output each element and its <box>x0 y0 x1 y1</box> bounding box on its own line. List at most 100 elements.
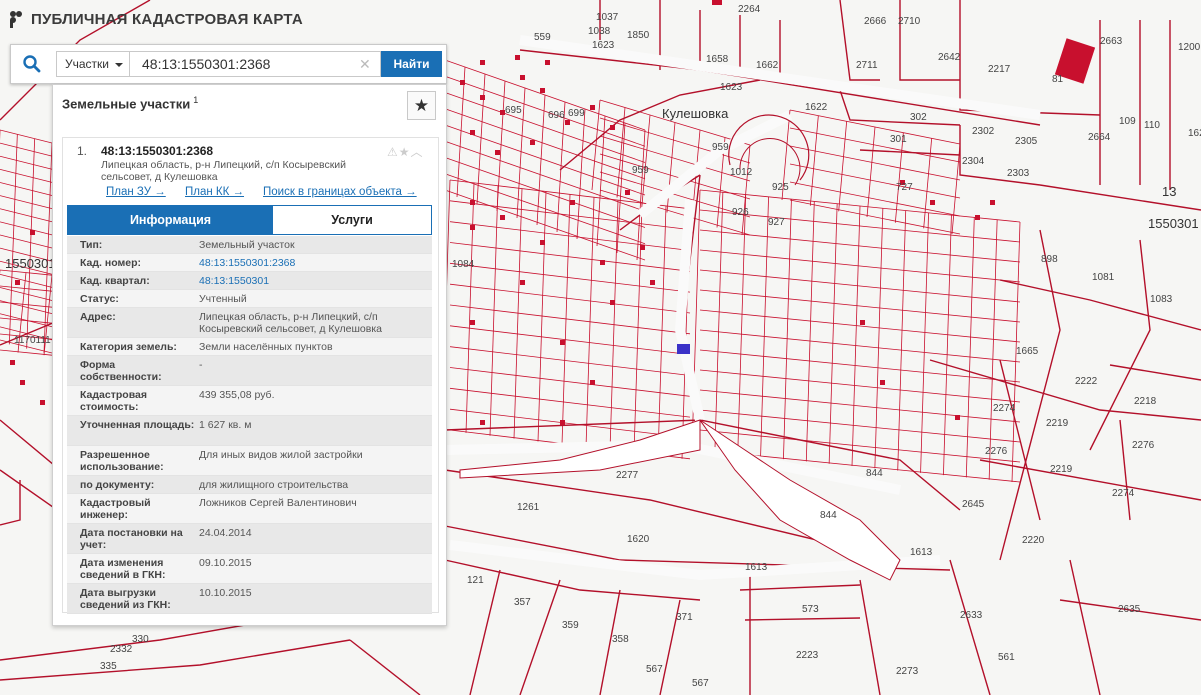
map-label: 330 <box>132 634 149 645</box>
map-label: 695 <box>505 105 522 116</box>
attribute-value: Учтенный <box>199 293 247 305</box>
attribute-label: Разрешенное использование: <box>80 449 164 473</box>
attribute-row: Форма собственности: - <box>67 356 432 386</box>
app-header: ПУБЛИЧНАЯ КАДАСТРОВАЯ КАРТА <box>8 10 303 28</box>
map-label: 2264 <box>738 4 761 15</box>
attribute-row: Кадастровый инженер: Ложников Сергей Вале… <box>67 494 432 524</box>
map-label: 110 <box>1144 120 1160 131</box>
attribute-value[interactable]: 48:13:1550301:2368 <box>199 257 424 269</box>
attribute-value: 10.10.2015 <box>199 587 252 599</box>
result-card: 1. 48:13:1550301:2368 ⚠★︿ Липецкая облас… <box>62 137 439 614</box>
attribute-row: Уточненная площадь: 1 627 кв. м <box>67 416 432 446</box>
map-label: 357 <box>514 597 531 608</box>
warning-icon[interactable]: ⚠ <box>387 145 399 159</box>
search-icon[interactable] <box>22 54 42 74</box>
map-label: 81 <box>1052 74 1064 85</box>
map-label: 371 <box>676 612 693 623</box>
tab-information[interactable]: Информация <box>68 206 273 234</box>
find-button[interactable]: Найти <box>381 51 442 77</box>
map-label: 121 <box>467 575 484 586</box>
close-icon[interactable]: ✕ <box>359 57 371 71</box>
building-top <box>712 0 722 5</box>
map-label: 1665 <box>1016 346 1039 357</box>
attribute-label: Дата постановки на учет: <box>80 527 183 551</box>
attribute-value: 1 627 кв. м <box>199 419 252 431</box>
map-label: 2219 <box>1046 418 1069 429</box>
map-label: 696 <box>548 110 565 121</box>
attribute-row: по документу: для жилищного строительства <box>67 476 432 494</box>
star-icon[interactable]: ★ <box>399 145 411 159</box>
attribute-label: Кад. номер: <box>80 257 142 269</box>
star-icon: ★ <box>413 96 430 115</box>
results-panel: Земельные участки 1 ★ 1. 48:13:1550301:23… <box>52 84 447 626</box>
map-label: 2302 <box>972 126 995 137</box>
map-label: 1620 <box>627 534 650 545</box>
map-label: 1170111 <box>14 335 51 346</box>
selected-parcel[interactable] <box>677 344 690 354</box>
attribute-label: Кад. квартал: <box>80 275 150 287</box>
map-label: 959 <box>712 142 729 153</box>
map-label: 1550301 <box>5 256 56 271</box>
search-within-object-link[interactable]: Поиск в границах объекта → <box>263 186 417 198</box>
info-tabs: Информация Услуги <box>67 205 432 235</box>
map-label: 2666 <box>864 16 887 27</box>
map-label: 2273 <box>896 666 919 677</box>
plan-kk-link[interactable]: План КК → <box>185 186 244 198</box>
map-label: 2710 <box>898 16 921 27</box>
map-label: 1084 <box>452 259 475 270</box>
map-label: 1038 <box>588 26 611 37</box>
map-label: 727 <box>896 182 913 193</box>
map-label: 2274 <box>1112 488 1135 499</box>
map-label: 2633 <box>960 610 983 621</box>
map-label: 1550301 <box>1148 216 1199 231</box>
map-label: 1613 <box>745 562 768 573</box>
favorite-star-button[interactable]: ★ <box>407 91 436 120</box>
attribute-label: Категория земель: <box>80 341 177 353</box>
map-label: 2663 <box>1100 36 1123 47</box>
map-label: 2277 <box>616 470 639 481</box>
map-label: 927 <box>768 217 785 228</box>
result-cad-number[interactable]: 48:13:1550301:2368 <box>101 144 213 158</box>
map-label: Кулешовка <box>662 106 729 121</box>
attribute-label: Дата изменения сведений в ГКН: <box>80 557 166 581</box>
attribute-row: Дата изменения сведений в ГКН: 09.10.2015 <box>67 554 432 584</box>
chevron-up-icon[interactable]: ︿ <box>411 145 424 159</box>
map-label: 1613 <box>910 547 933 558</box>
map-label: 1623 <box>592 40 615 51</box>
search-input[interactable]: 48:13:1550301:2368 <box>130 51 381 77</box>
attribute-row: Адрес: Липецкая область, р-н Липецкий, с/… <box>67 308 432 338</box>
map-label: 561 <box>998 652 1015 663</box>
map-label: 1200 <box>1178 42 1201 53</box>
tab-services[interactable]: Услуги <box>273 206 431 234</box>
attribute-value[interactable]: 48:13:1550301 <box>199 275 424 287</box>
attribute-row: Кадастровая стоимость: 439 355,08 руб. <box>67 386 432 416</box>
map-label: 1662 <box>756 60 779 71</box>
map-label: 1081 <box>1092 272 1115 283</box>
attribute-table: Тип: Земельный участок Кад. номер: 48:13:15… <box>67 236 432 614</box>
plan-zu-link[interactable]: План ЗУ → <box>106 186 166 198</box>
map-label: 2305 <box>1015 136 1038 147</box>
attribute-row: Дата выгрузки сведений из ГКН: 10.10.2015 <box>67 584 432 614</box>
map-label: 2218 <box>1134 396 1157 407</box>
map-label: 2711 <box>856 60 878 71</box>
map-label: 898 <box>1041 254 1058 265</box>
map-label: 2219 <box>1050 464 1073 475</box>
object-type-select[interactable]: Участки <box>56 51 130 77</box>
object-type-value: Участки <box>65 57 109 71</box>
attribute-value: 439 355,08 руб. <box>199 389 275 401</box>
map-label: 1627 <box>1188 128 1201 139</box>
result-tools: ⚠★︿ <box>387 143 424 160</box>
map-label: 559 <box>534 32 551 43</box>
map-label: 2276 <box>1132 440 1155 451</box>
attribute-label: Кадастровый инженер: <box>80 497 151 521</box>
attribute-value: - <box>199 359 203 371</box>
result-number: 1. <box>77 144 88 158</box>
attribute-row: Тип: Земельный участок <box>67 236 432 254</box>
panel-title-text: Земельные участки <box>62 96 191 112</box>
map-label: 335 <box>100 661 117 672</box>
map-label: 567 <box>646 664 663 675</box>
app-title: ПУБЛИЧНАЯ КАДАСТРОВАЯ КАРТА <box>31 10 303 28</box>
attribute-row: Статус: Учтенный <box>67 290 432 308</box>
map-label: 2635 <box>1118 604 1141 615</box>
map-label: 302 <box>910 112 927 123</box>
